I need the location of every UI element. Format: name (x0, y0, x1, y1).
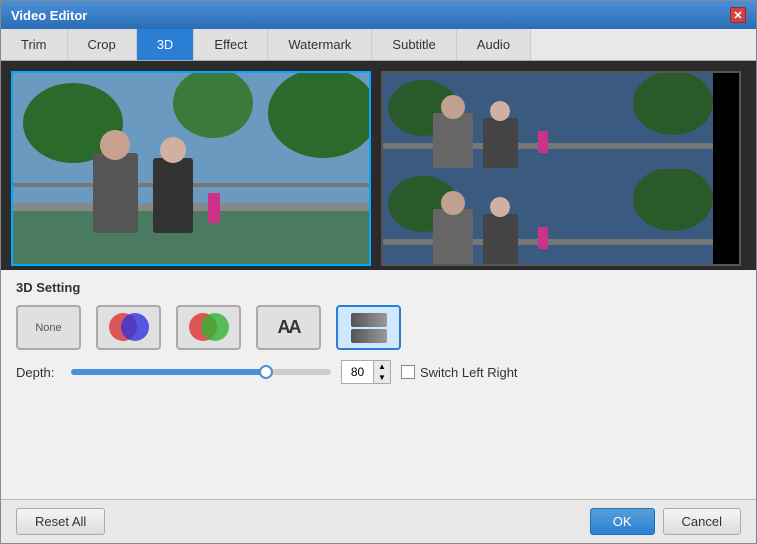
tab-trim[interactable]: Trim (1, 29, 68, 60)
tab-subtitle[interactable]: Subtitle (372, 29, 456, 60)
effect-text-button[interactable]: AA (256, 305, 321, 350)
depth-decrease-button[interactable]: ▼ (374, 372, 390, 383)
title-bar: Video Editor ✕ (1, 1, 756, 29)
original-preview (11, 71, 371, 266)
split-icon (351, 313, 387, 343)
depth-value-box: 80 ▲ ▼ (341, 360, 391, 384)
preview-area: Original Preview (1, 61, 756, 270)
output-preview (381, 71, 741, 266)
effect-none-button[interactable]: None (16, 305, 81, 350)
circle-blue (121, 313, 149, 341)
depth-slider[interactable] (71, 369, 331, 375)
close-button[interactable]: ✕ (730, 7, 746, 23)
aa-icon: AA (278, 317, 300, 338)
tab-bar: Trim Crop 3D Effect Watermark Subtitle A… (1, 29, 756, 61)
reset-all-button[interactable]: Reset All (16, 508, 105, 535)
tab-audio[interactable]: Audio (457, 29, 531, 60)
effect-split-button[interactable] (336, 305, 401, 350)
circle-green (201, 313, 229, 341)
output-preview-panel: Output Preview (381, 71, 741, 270)
depth-spinners: ▲ ▼ (373, 361, 390, 383)
split-row-bottom (351, 329, 387, 343)
action-buttons: OK Cancel (590, 508, 741, 535)
switch-checkbox-area: Switch Left Right (401, 365, 518, 380)
original-preview-panel: Original Preview (11, 71, 371, 270)
tab-watermark[interactable]: Watermark (268, 29, 372, 60)
settings-panel: 3D Setting None (1, 270, 756, 499)
effect-none-label: None (35, 322, 61, 334)
depth-thumb[interactable] (259, 365, 273, 379)
depth-value: 80 (342, 365, 373, 379)
anaglyph-rg-icon (189, 308, 229, 348)
depth-label: Depth: (16, 365, 61, 380)
effect-options: None AA (16, 305, 741, 350)
main-content: Original Preview (1, 61, 756, 270)
depth-increase-button[interactable]: ▲ (374, 361, 390, 372)
tab-3d[interactable]: 3D (137, 29, 195, 60)
window-title: Video Editor (11, 8, 87, 23)
ok-button[interactable]: OK (590, 508, 655, 535)
depth-row: Depth: 80 ▲ ▼ Switch Left Right (16, 360, 741, 384)
original-video-content (13, 73, 369, 264)
split-row-top (351, 313, 387, 327)
settings-title: 3D Setting (16, 280, 741, 295)
bottom-bar: Reset All OK Cancel (1, 499, 756, 543)
tab-crop[interactable]: Crop (68, 29, 137, 60)
cancel-button[interactable]: Cancel (663, 508, 741, 535)
effect-anaglyph-rg-button[interactable] (176, 305, 241, 350)
video-editor-window: Video Editor ✕ Trim Crop 3D Effect Water… (0, 0, 757, 544)
tab-effect[interactable]: Effect (194, 29, 268, 60)
anaglyph-rb-icon (109, 308, 149, 348)
output-video-content (383, 73, 739, 264)
effect-anaglyph-rb-button[interactable] (96, 305, 161, 350)
switch-checkbox[interactable] (401, 365, 415, 379)
switch-label: Switch Left Right (420, 365, 518, 380)
